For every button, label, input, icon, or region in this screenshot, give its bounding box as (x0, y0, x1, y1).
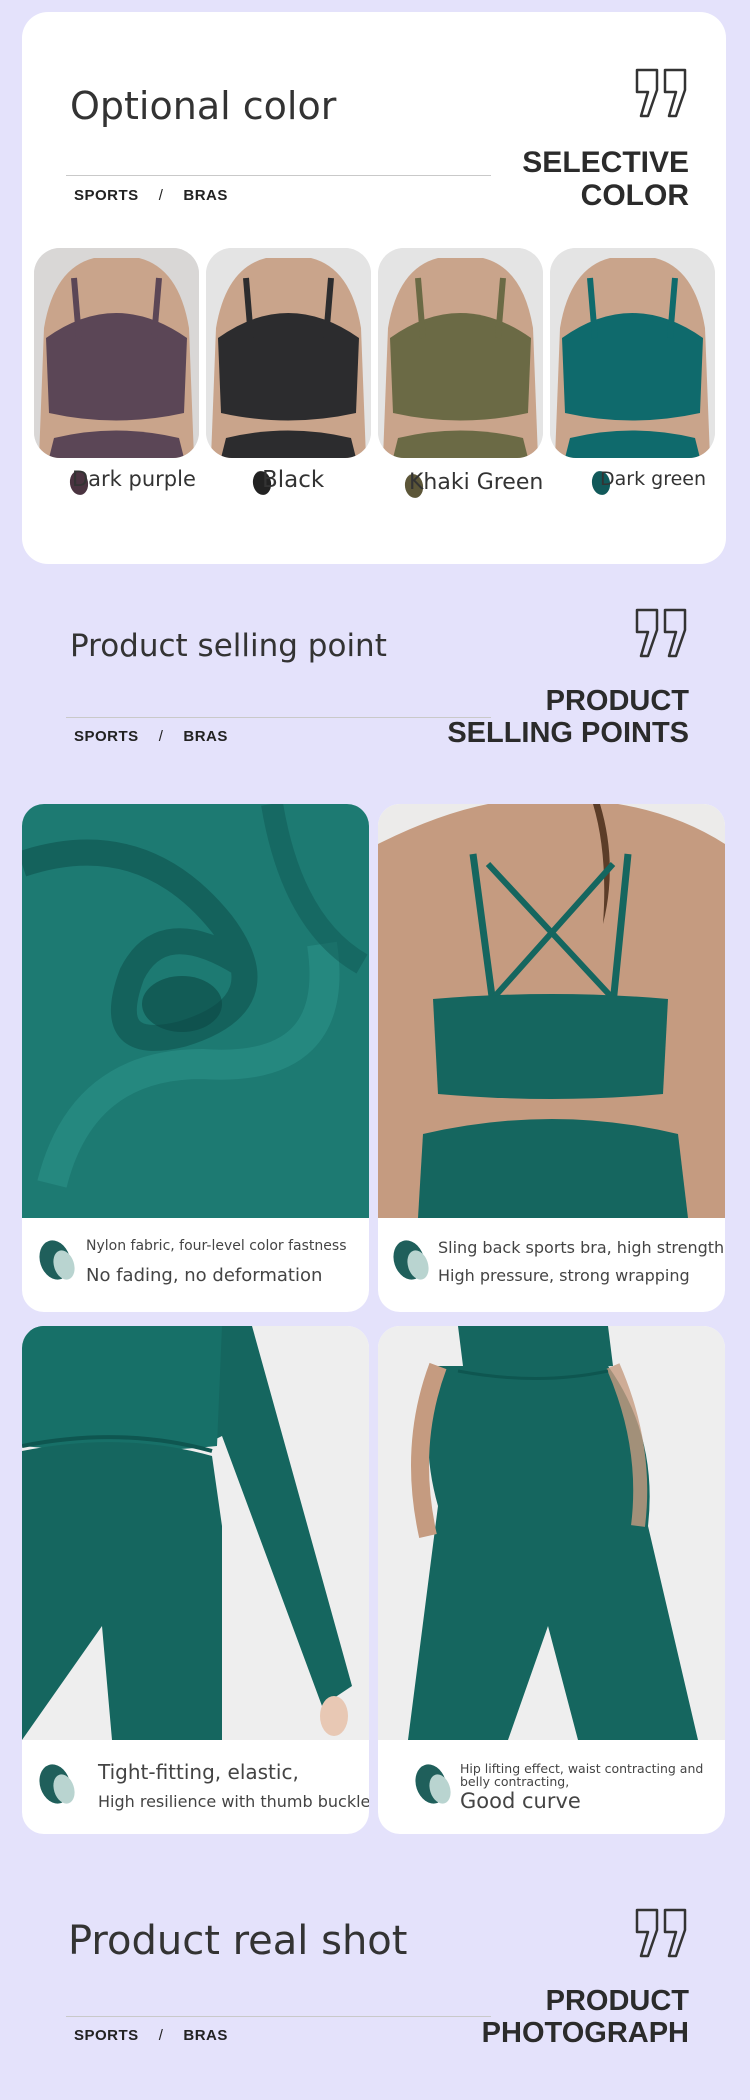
feature-line-1: Hip lifting effect, waist contracting an… (460, 1761, 704, 1790)
section-title-selling: Product selling point (70, 628, 387, 664)
back-photo (378, 804, 725, 1218)
swatch-photo-black[interactable] (206, 248, 371, 458)
breadcrumb-bras: BRAS (183, 2027, 228, 2044)
section-heading-en: PRODUCT SELLING POINTS (447, 685, 689, 750)
feature-line-2: High resilience with thumb buckle (98, 1792, 369, 1811)
quote-mark-icon (634, 608, 690, 658)
breadcrumb-separator: / (158, 2027, 164, 2044)
leaf-icon (410, 1760, 456, 1808)
breadcrumb-sports: SPORTS (74, 187, 139, 204)
swatch-label-dark-green: Dark green (600, 468, 707, 490)
swatch-label-black: Black (262, 467, 325, 493)
feature-line-2: No fading, no deformation (86, 1265, 323, 1286)
breadcrumb-sports: SPORTS (74, 2027, 139, 2044)
feature-card-hip-lifting: Hip lifting effect, waist contracting an… (378, 1326, 725, 1834)
breadcrumb-bras: BRAS (183, 728, 228, 745)
divider-line (66, 2016, 491, 2017)
section-title-real-shot: Product real shot (68, 1918, 408, 1964)
fabric-photo (22, 804, 369, 1218)
swatch-photo-dark-green[interactable] (550, 248, 715, 458)
heading-line-1: SELECTIVE (522, 146, 689, 179)
divider-line (66, 175, 491, 176)
feature-line-1: Tight-fitting, elastic, (98, 1760, 299, 1784)
feature-line-1: Sling back sports bra, high strength (438, 1238, 725, 1257)
swatch-label-khaki-green: Khaki Green (409, 470, 544, 495)
feature-card-fabric: Nylon fabric, four-level color fastness … (22, 804, 369, 1312)
breadcrumb-separator: / (158, 728, 164, 745)
swatch-label-dark-purple: Dark purple (72, 467, 196, 491)
heading-line-2: PHOTOGRAPH (481, 2016, 689, 2049)
thumb-buckle-photo (22, 1326, 369, 1740)
feature-line-2: High pressure, strong wrapping (438, 1266, 690, 1285)
section-heading-en: SELECTIVE COLOR (522, 146, 689, 212)
leaf-icon (388, 1236, 434, 1284)
hip-lifting-photo (378, 1326, 725, 1740)
breadcrumb-bras: BRAS (183, 187, 228, 204)
heading-line-2: COLOR (580, 179, 689, 212)
heading-line-2: SELLING POINTS (447, 716, 689, 749)
leaf-icon (34, 1236, 80, 1284)
feature-line-1: Nylon fabric, four-level color fastness (86, 1238, 347, 1254)
leaf-icon (34, 1760, 80, 1808)
breadcrumb: SPORTS / BRAS (74, 2027, 228, 2044)
swatch-photo-dark-purple[interactable] (34, 248, 199, 458)
section-title-color: Optional color (70, 84, 337, 128)
section-heading-en: PRODUCT PHOTOGRAPH (481, 1985, 689, 2050)
feature-card-thumb-buckle: Tight-fitting, elastic, High resilience … (22, 1326, 369, 1834)
breadcrumb-sports: SPORTS (74, 728, 139, 745)
quote-mark-icon (634, 1908, 690, 1958)
breadcrumb: SPORTS / BRAS (74, 187, 228, 204)
feature-card-back: Sling back sports bra, high strength Hig… (378, 804, 725, 1312)
breadcrumb-separator: / (158, 187, 164, 204)
swatch-photo-khaki-green[interactable] (378, 248, 543, 458)
divider-line (66, 717, 491, 718)
feature-line-2: Good curve (460, 1789, 581, 1813)
breadcrumb: SPORTS / BRAS (74, 728, 228, 745)
heading-line-1: PRODUCT (545, 1985, 689, 2017)
heading-line-1: PRODUCT (545, 685, 689, 717)
quote-mark-icon (634, 68, 690, 118)
